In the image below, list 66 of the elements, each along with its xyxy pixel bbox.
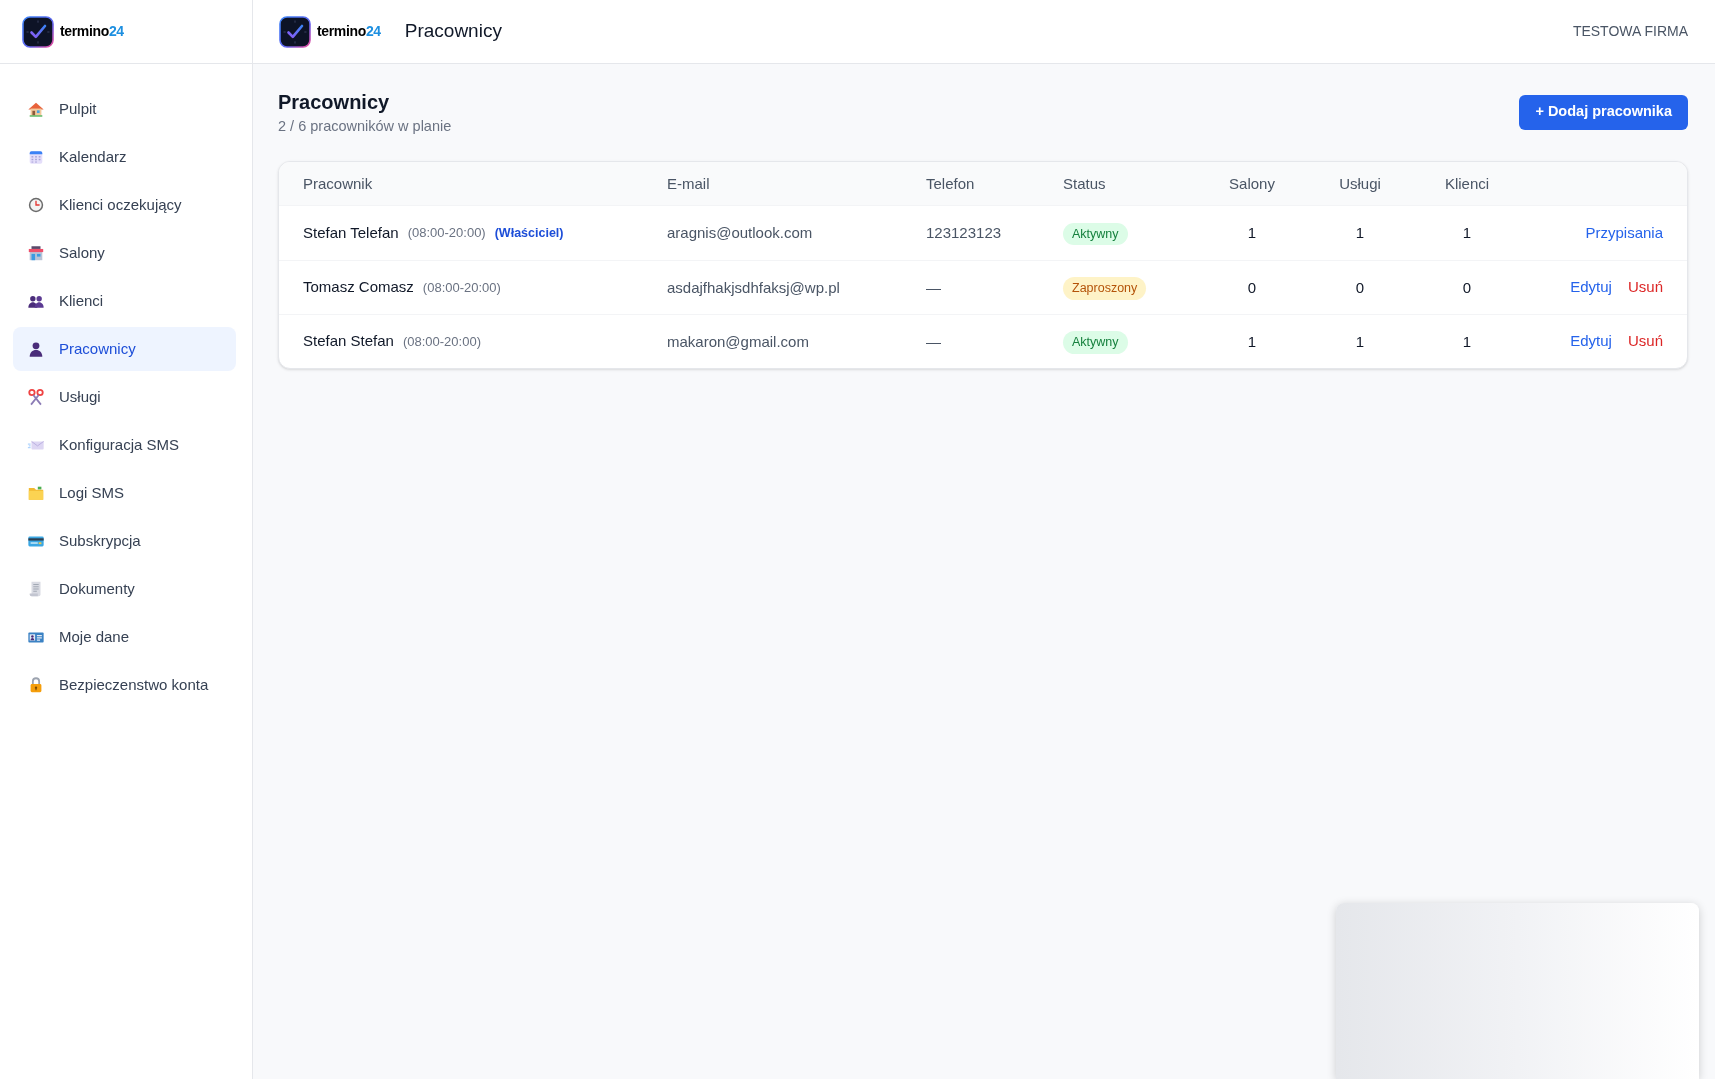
sidebar-item[interactable]: Klienci oczekujący: [13, 183, 236, 227]
employee-name: Stefan Stefan: [303, 331, 394, 352]
status-badge: Zaproszony: [1063, 277, 1147, 300]
status-badge: Aktywny: [1063, 222, 1128, 246]
logo-text: termino24: [317, 22, 381, 41]
count-text: 1: [1355, 332, 1365, 350]
sidebar-item[interactable]: Logi SMS: [13, 471, 236, 515]
action-link[interactable]: Usuń: [1627, 330, 1663, 353]
calendar-icon: [27, 148, 45, 166]
phone-text: —: [926, 278, 941, 296]
email-text: asdajfhakjsdhfaksj@wp.pl: [667, 278, 840, 296]
employee-name: Stefan Telefan: [303, 222, 399, 243]
action-link[interactable]: Edytuj: [1570, 276, 1612, 299]
logo-icon: [22, 15, 54, 48]
action-link[interactable]: Edytuj: [1570, 330, 1612, 353]
count-text: 1: [1462, 332, 1472, 350]
action-link[interactable]: Usuń: [1627, 276, 1663, 299]
sidebar-item[interactable]: Pracownicy: [13, 327, 236, 371]
sidebar-item[interactable]: Dokumenty: [13, 567, 236, 611]
clock-icon: [27, 196, 45, 214]
employee-name: Tomasz Comasz: [303, 277, 414, 298]
sidebar-item[interactable]: Usługi: [13, 375, 236, 419]
logo-icon: [279, 15, 311, 48]
sidebar-item[interactable]: Salony: [13, 231, 236, 275]
sidebar-item[interactable]: Moje dane: [13, 615, 236, 659]
count-text: 1: [1247, 332, 1257, 350]
sidebar-item[interactable]: Bezpieczenstwo konta: [13, 663, 236, 707]
phone-text: 123123123: [926, 224, 1002, 241]
sidebar-item[interactable]: Kalendarz: [13, 135, 236, 179]
logo-text: termino24: [60, 22, 124, 41]
sidebar-item[interactable]: Subskrypcja: [13, 519, 236, 563]
folder-icon: [27, 484, 45, 502]
sidebar-item[interactable]: Konfiguracja SMS: [13, 423, 236, 467]
column-header: E-mail: [667, 174, 710, 192]
house-icon: [27, 100, 45, 118]
scissors-icon: [27, 388, 45, 406]
header-title: Pracownicy: [404, 19, 502, 44]
add-employee-button[interactable]: + Dodaj pracownika: [1519, 94, 1688, 130]
column-header: Usługi: [1339, 174, 1381, 192]
page-subtitle: 2 / 6 pracowników w planie: [278, 117, 452, 136]
storefront-icon: [27, 244, 45, 262]
page-title: Pracownicy: [278, 90, 391, 115]
working-hours: (08:00-20:00): [422, 278, 501, 297]
column-header: Klienci: [1444, 174, 1490, 192]
column-header: Salony: [1229, 174, 1275, 192]
phone-text: —: [926, 332, 941, 350]
count-text: 1: [1247, 224, 1257, 241]
column-header: Status: [1063, 174, 1106, 192]
count-text: 1: [1462, 224, 1472, 241]
working-hours: (08:00-20:00): [407, 224, 486, 243]
column-header: Pracownik: [303, 174, 373, 192]
person-icon: [27, 340, 45, 358]
column-header: Telefon: [926, 174, 975, 192]
sidebar-item[interactable]: Klienci: [13, 279, 236, 323]
company-name: TESTOWA FIRMA: [1572, 22, 1688, 41]
count-text: 1: [1355, 224, 1365, 241]
working-hours: (08:00-20:00): [402, 332, 481, 351]
count-text: 0: [1462, 278, 1472, 296]
status-badge: Aktywny: [1063, 331, 1128, 354]
email-text: makaron@gmail.com: [667, 332, 809, 350]
count-text: 0: [1247, 278, 1257, 296]
owner-tag: (Właściciel): [494, 223, 564, 243]
count-text: 0: [1355, 278, 1365, 296]
email-text: aragnis@outlook.com: [667, 224, 813, 241]
sidebar-item[interactable]: Pulpit: [13, 87, 236, 131]
action-link[interactable]: Przypisania: [1585, 221, 1663, 245]
